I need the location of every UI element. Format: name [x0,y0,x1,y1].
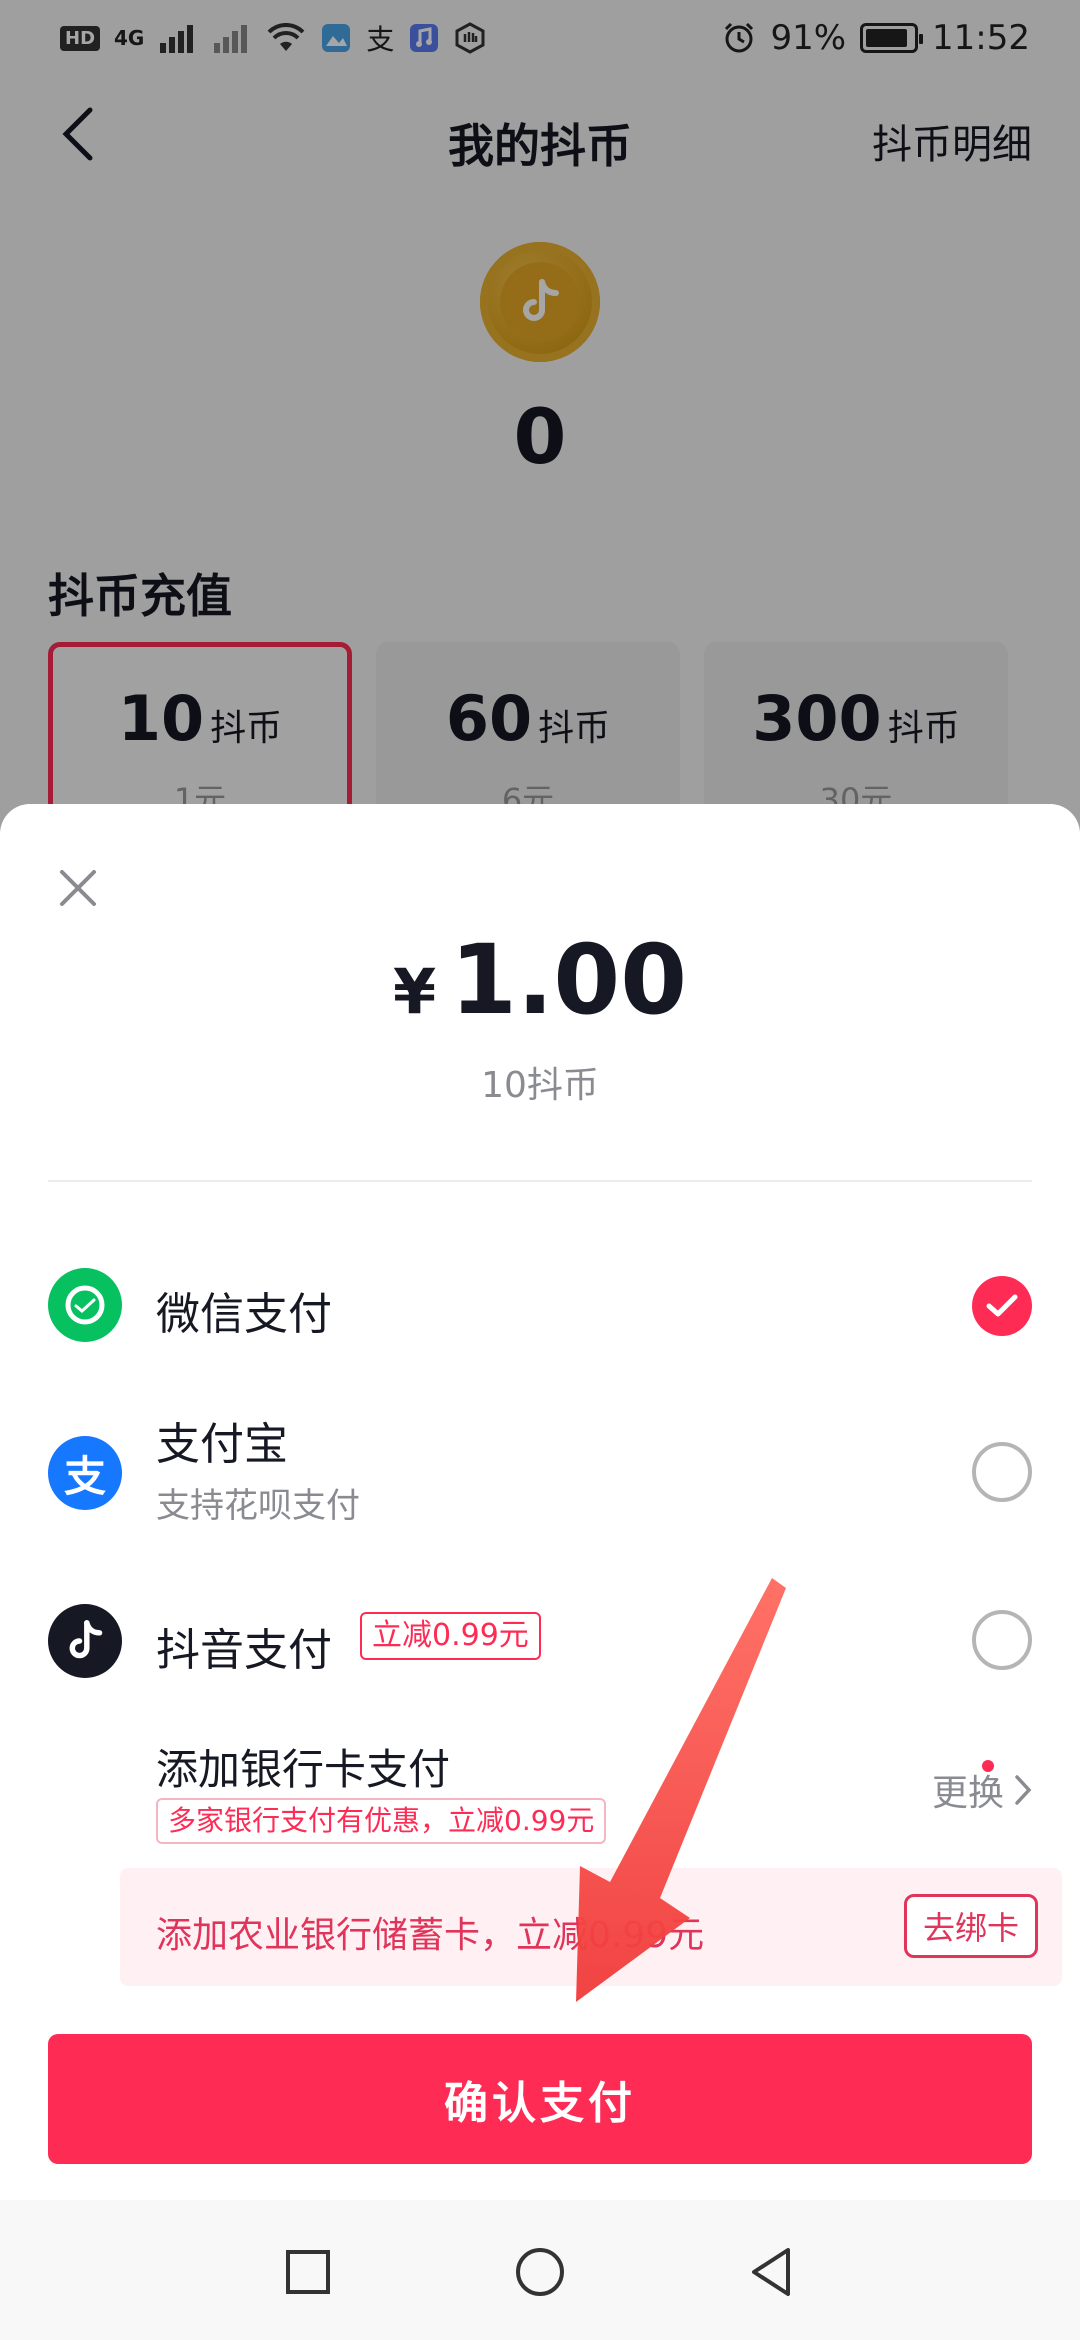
bank-promo-tag: 多家银行支付有优惠，立减0.99元 [156,1798,607,1844]
annotation-arrow-icon [576,1578,786,2002]
close-icon [60,870,96,906]
method-alipay[interactable]: 支 支付宝 支持花呗支付 [0,1408,1080,1538]
alipay-icon: 支 [48,1436,122,1510]
notification-dot [982,1760,994,1772]
change-bank-link[interactable]: 更换 [932,1764,1032,1816]
wechat-radio[interactable] [972,1276,1032,1336]
method-label: 微信支付 [156,1289,332,1340]
back-nav-button[interactable] [744,2244,800,2300]
currency-symbol: ¥ [393,955,437,1028]
douyin-pay-icon [48,1604,122,1678]
method-label: 抖音支付 [156,1625,332,1676]
douyin-radio[interactable] [972,1610,1032,1670]
home-button[interactable] [512,2244,568,2300]
discount-tag: 立减0.99元 [360,1612,541,1660]
method-label: 支付宝 [156,1419,288,1470]
check-icon [986,1294,1018,1317]
divider [48,1180,1032,1182]
payment-subtitle: 10抖币 [481,1065,599,1106]
wechat-pay-icon [48,1268,122,1342]
method-sublabel: 支持花呗支付 [156,1486,360,1526]
method-wechat[interactable]: 微信支付 [0,1240,1080,1370]
alipay-radio[interactable] [972,1442,1032,1502]
confirm-pay-button[interactable]: 确认支付 [48,2034,1032,2164]
bind-card-button[interactable]: 去绑卡 [903,1894,1038,1958]
recent-apps-button[interactable] [280,2244,336,2300]
close-button[interactable] [50,860,106,916]
payment-amount: ¥1.00 [0,924,1080,1036]
chevron-right-icon [1015,1775,1032,1805]
price-value: 1.00 [450,924,687,1036]
change-label: 更换 [931,1773,1004,1814]
add-bank-card-title[interactable]: 添加银行卡支付 [156,1736,450,1797]
system-nav-bar [0,2200,1080,2340]
